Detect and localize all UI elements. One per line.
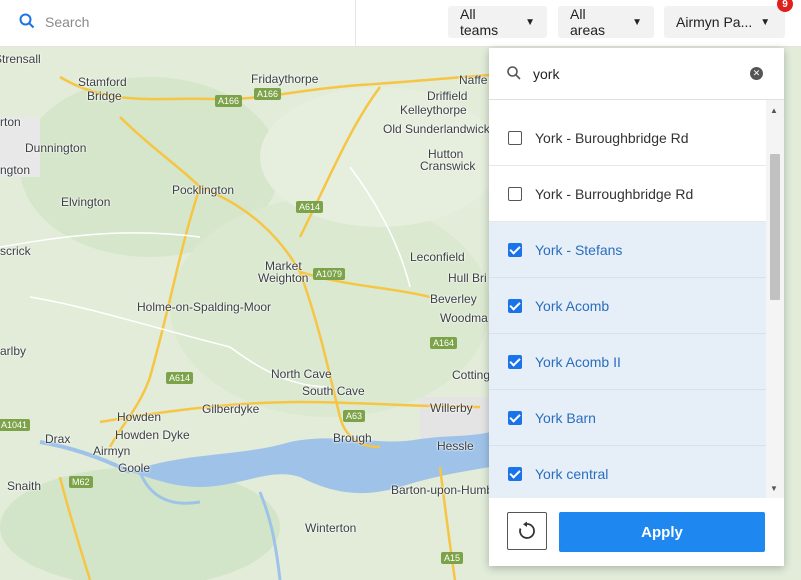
road-number-label: A63 <box>343 410 366 422</box>
map-place-label: Bridge <box>87 89 122 103</box>
map-place-label: arlby <box>0 344 27 358</box>
map-place-label: Fridaythorpe <box>251 72 319 86</box>
checkbox-checked[interactable] <box>508 410 522 425</box>
location-option-label: York central <box>535 465 609 482</box>
map-place-label: Drax <box>45 432 71 446</box>
map-place-label: Howden Dyke <box>115 428 190 442</box>
road-number-label: A1041 <box>0 419 31 431</box>
reset-icon <box>519 521 535 539</box>
map-place-label: Driffield <box>427 89 468 103</box>
map-place-label: South Cave <box>302 384 365 398</box>
location-option[interactable]: York Barn <box>489 390 766 446</box>
map-place-label: Gilberdyke <box>202 402 260 416</box>
caret-down-icon: ▼ <box>632 16 642 28</box>
map-place-label: Old Sunderlandwick <box>383 122 490 136</box>
map-place-label: Brough <box>333 431 372 445</box>
checkbox-unchecked[interactable] <box>508 186 522 201</box>
map-place-label: Naffe <box>459 73 488 87</box>
location-dropdown-label: Airmyn Pa... <box>676 14 753 30</box>
location-filter-panel: york ✕ York - Buroughbridge Rd York - Bur… <box>489 48 784 566</box>
map-place-label: Airmyn <box>93 444 131 458</box>
map-place-label: Hessle <box>437 439 474 453</box>
teams-dropdown-label: All teams <box>460 6 499 38</box>
location-option[interactable]: York central <box>489 446 766 498</box>
areas-dropdown-label: All areas <box>570 6 606 38</box>
map-place-label: North Cave <box>271 367 332 381</box>
road-number-label: A166 <box>254 88 282 100</box>
map-place-label: Elvington <box>61 195 111 209</box>
filter-footer: Apply <box>489 498 784 566</box>
checkbox-unchecked[interactable] <box>508 130 522 145</box>
location-option-label: York Barn <box>535 409 596 426</box>
map-place-label: Dunnington <box>25 141 87 155</box>
road-number-label: A164 <box>430 337 458 349</box>
road-number-label: A1079 <box>313 268 346 280</box>
location-option[interactable]: York - Burroughbridge Rd <box>489 166 766 222</box>
location-option-label: York Acomb <box>535 297 610 314</box>
caret-down-icon: ▼ <box>525 16 535 28</box>
location-option-label: York Acomb II <box>535 353 621 370</box>
scrollbar-thumb[interactable] <box>770 154 780 300</box>
scroll-up-icon[interactable]: ▲ <box>770 106 778 115</box>
location-option[interactable]: York - Stefans <box>489 222 766 278</box>
map-place-label: Cotting <box>452 368 491 382</box>
map-place-label: Cranswick <box>420 159 476 173</box>
checkbox-checked[interactable] <box>508 466 522 481</box>
location-option-label: York - Buroughbridge Rd <box>535 129 689 146</box>
list-scrollbar[interactable]: ▲ ▼ <box>766 100 784 498</box>
notification-badge: 9 <box>777 0 793 12</box>
map-place-label: Willerby <box>430 401 473 415</box>
map-place-label: Goole <box>118 461 151 475</box>
checkbox-checked[interactable] <box>508 298 522 313</box>
map-place-label: Winterton <box>305 521 357 535</box>
map-place-label: Pocklington <box>172 183 235 197</box>
apply-button[interactable]: Apply <box>559 512 765 552</box>
map-place-label: Howden <box>117 410 162 424</box>
location-option[interactable]: York Acomb II <box>489 334 766 390</box>
map-place-label: Strensall <box>0 52 41 66</box>
road-number-label: A614 <box>296 201 324 213</box>
road-number-label: M62 <box>69 476 93 488</box>
checkbox-checked[interactable] <box>508 242 522 257</box>
map-place-label: Snaith <box>7 479 42 493</box>
reset-button[interactable] <box>507 512 547 550</box>
location-dropdown[interactable]: Airmyn Pa... ▼ <box>664 6 785 38</box>
checkbox-checked[interactable] <box>508 354 522 369</box>
caret-down-icon: ▼ <box>760 16 771 28</box>
search-input[interactable]: Search <box>45 14 89 30</box>
location-option-label: York - Burroughbridge Rd <box>535 185 694 202</box>
search-box[interactable]: Search <box>0 0 356 46</box>
scroll-down-icon[interactable]: ▼ <box>770 484 778 493</box>
map-place-label: Kelleythorpe <box>400 103 467 117</box>
map-place-label: Beverley <box>430 292 477 306</box>
map-place-label: Barton-upon-Humb <box>391 483 494 497</box>
location-options-list: York - Buroughbridge Rd York - Burroughbr… <box>489 100 766 498</box>
map-place-label: Weighton <box>258 271 309 285</box>
location-option[interactable]: York Acomb <box>489 278 766 334</box>
map-place-label: scrick <box>0 244 31 258</box>
top-bar: Search All teams ▼ All areas ▼ Airmyn Pa..… <box>0 0 801 47</box>
search-icon <box>19 13 35 29</box>
location-option-label: York - Stefans <box>535 241 623 258</box>
map-place-label: ngton <box>0 163 31 177</box>
areas-dropdown[interactable]: All areas ▼ <box>558 6 654 38</box>
teams-dropdown[interactable]: All teams ▼ <box>448 6 547 38</box>
map-place-label: Stamford <box>78 75 127 89</box>
road-number-label: A166 <box>215 95 243 107</box>
road-number-label: A614 <box>166 372 194 384</box>
map-place-label: Hull Bri <box>448 271 487 285</box>
search-icon <box>507 66 521 80</box>
map-place-label: Leconfield <box>410 250 465 264</box>
filter-search-field[interactable]: york ✕ <box>489 48 784 100</box>
map-place-label: rton <box>0 115 21 129</box>
map-place-label: Woodma <box>440 311 488 325</box>
location-option[interactable]: York - Buroughbridge Rd <box>489 110 766 166</box>
map-place-label: Holme-on-Spalding-Moor <box>137 300 272 314</box>
clear-search-icon[interactable]: ✕ <box>750 67 763 80</box>
filter-search-input[interactable]: york <box>533 66 559 82</box>
road-number-label: A15 <box>441 552 464 564</box>
